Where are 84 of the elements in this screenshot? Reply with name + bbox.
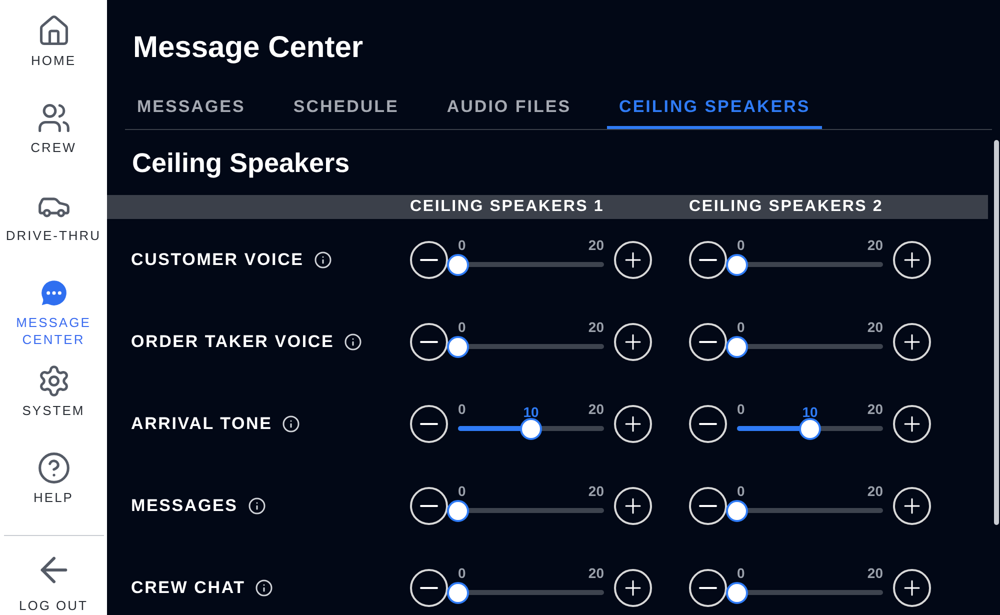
row-label: MESSAGES bbox=[131, 494, 238, 517]
info-icon[interactable] bbox=[255, 578, 274, 596]
slider-thumb[interactable] bbox=[726, 336, 748, 358]
minus-button[interactable] bbox=[410, 568, 448, 606]
min-label: 0 bbox=[458, 238, 466, 252]
max-label: 20 bbox=[588, 566, 604, 580]
minus-icon bbox=[420, 586, 438, 588]
value-label: 10 bbox=[523, 404, 539, 418]
minus-icon bbox=[420, 258, 438, 260]
plus-button[interactable] bbox=[614, 568, 652, 606]
section-title: Ceiling Speakers bbox=[131, 146, 351, 180]
max-label: 20 bbox=[588, 484, 604, 498]
max-label: 20 bbox=[867, 320, 883, 334]
max-label: 20 bbox=[867, 238, 883, 252]
minus-button[interactable] bbox=[689, 322, 727, 360]
minus-icon bbox=[699, 504, 717, 506]
tab[interactable]: MESSAGES bbox=[125, 94, 258, 128]
max-label: 20 bbox=[867, 566, 883, 580]
min-label: 0 bbox=[458, 402, 466, 416]
min-label: 0 bbox=[458, 484, 466, 498]
info-icon[interactable] bbox=[314, 250, 332, 268]
max-label: 20 bbox=[867, 402, 883, 416]
nav-item[interactable]: DRIVE-THRU bbox=[0, 188, 107, 276]
max-label: 20 bbox=[867, 484, 883, 498]
plus-button[interactable] bbox=[614, 322, 652, 360]
minus-icon bbox=[420, 340, 438, 342]
slider-thumb[interactable] bbox=[726, 254, 748, 276]
minus-button[interactable] bbox=[410, 404, 448, 442]
nav-item[interactable]: HOME bbox=[0, 14, 107, 102]
row-label: CUSTOMER VOICE bbox=[131, 248, 304, 271]
slider-thumb[interactable] bbox=[799, 418, 821, 440]
max-label: 20 bbox=[588, 238, 604, 252]
minus-icon bbox=[699, 258, 717, 260]
max-label: 20 bbox=[588, 320, 604, 334]
plus-button[interactable] bbox=[893, 404, 931, 442]
slider-thumb[interactable] bbox=[447, 582, 469, 604]
min-label: 0 bbox=[737, 566, 745, 580]
tab[interactable]: CEILING SPEAKERS bbox=[607, 94, 822, 128]
slider-thumb[interactable] bbox=[726, 500, 748, 522]
plus-button[interactable] bbox=[614, 240, 652, 278]
minus-icon bbox=[420, 504, 438, 506]
min-label: 0 bbox=[737, 402, 745, 416]
max-label: 20 bbox=[588, 402, 604, 416]
min-label: 0 bbox=[458, 566, 466, 580]
row-label: ORDER TAKER VOICE bbox=[131, 330, 334, 353]
scrollbar[interactable] bbox=[994, 140, 999, 525]
plus-button[interactable] bbox=[893, 486, 931, 524]
minus-button[interactable] bbox=[689, 404, 727, 442]
min-label: 0 bbox=[458, 320, 466, 334]
column-header: CEILING SPEAKERS 2 bbox=[689, 196, 884, 216]
min-label: 0 bbox=[737, 320, 745, 334]
slider-thumb[interactable] bbox=[520, 418, 542, 440]
nav-item[interactable]: CREW bbox=[0, 101, 107, 189]
slider-thumb[interactable] bbox=[447, 336, 469, 358]
slider-thumb[interactable] bbox=[726, 582, 748, 604]
minus-button[interactable] bbox=[689, 240, 727, 278]
plus-button[interactable] bbox=[893, 568, 931, 606]
slider-thumb[interactable] bbox=[447, 500, 469, 522]
page-title: Message Center bbox=[132, 30, 364, 66]
minus-button[interactable] bbox=[410, 322, 448, 360]
info-icon[interactable] bbox=[344, 332, 362, 350]
slider-thumb[interactable] bbox=[447, 254, 469, 276]
info-icon[interactable] bbox=[282, 414, 300, 432]
info-icon[interactable] bbox=[248, 496, 266, 514]
minus-icon bbox=[699, 586, 717, 588]
plus-button[interactable] bbox=[614, 486, 652, 524]
column-header: CEILING SPEAKERS 1 bbox=[410, 196, 606, 216]
minus-icon bbox=[699, 340, 717, 342]
plus-button[interactable] bbox=[893, 322, 931, 360]
minus-icon bbox=[699, 422, 717, 424]
minus-icon bbox=[420, 422, 438, 424]
nav-item[interactable]: MESSAGE CENTER bbox=[0, 276, 107, 364]
row-label: ARRIVAL TONE bbox=[131, 412, 272, 435]
row-label: CREW CHAT bbox=[131, 576, 246, 599]
tab[interactable]: SCHEDULE bbox=[281, 94, 411, 128]
help-icon bbox=[36, 451, 70, 486]
plus-button[interactable] bbox=[614, 404, 652, 442]
minus-button[interactable] bbox=[410, 486, 448, 524]
min-label: 0 bbox=[737, 484, 745, 498]
plus-button[interactable] bbox=[893, 240, 931, 278]
min-label: 0 bbox=[737, 238, 745, 252]
tab[interactable]: AUDIO FILES bbox=[434, 94, 584, 128]
value-label: 10 bbox=[802, 404, 818, 418]
nav-item[interactable]: SYSTEM bbox=[0, 364, 107, 452]
